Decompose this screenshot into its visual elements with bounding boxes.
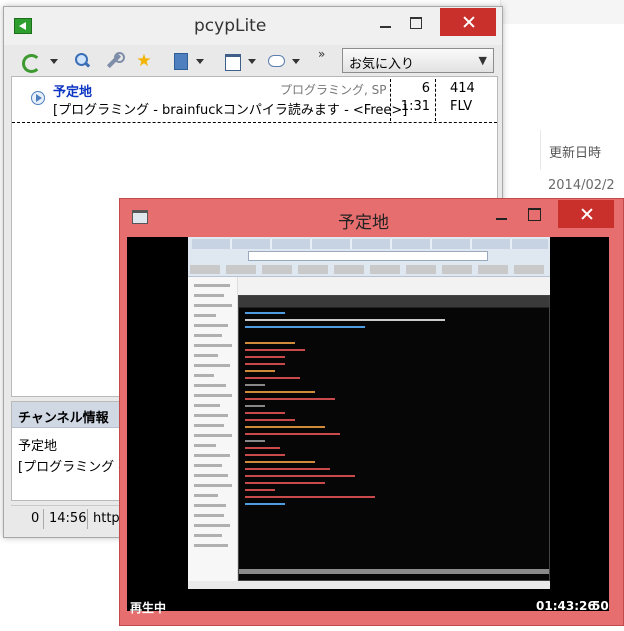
toolbar-overflow-button[interactable]: » (318, 47, 325, 61)
video-terminal-modeline (239, 569, 549, 574)
video-browser-bookmarks (190, 265, 546, 274)
pcyplite-titlebar[interactable]: pcypLite (4, 7, 502, 45)
video-area[interactable] (127, 237, 609, 611)
window-dropdown-icon[interactable] (248, 59, 256, 64)
wrench-icon[interactable] (104, 51, 125, 71)
channel-format: FLV (450, 99, 473, 114)
book-dropdown-icon[interactable] (196, 59, 204, 64)
date-cell: 2014/02/2 (548, 178, 615, 193)
video-page-text (188, 277, 238, 589)
video-terminal (238, 295, 550, 581)
close-button[interactable] (440, 8, 496, 36)
window-icon (132, 210, 148, 224)
video-page-bottom (188, 581, 550, 589)
status-count: 0 (31, 511, 40, 526)
player-title: 予定地 (338, 213, 389, 233)
bookmark-select[interactable]: お気に入り ▼ (342, 48, 494, 73)
chat-dropdown-icon[interactable] (292, 59, 300, 64)
close-button[interactable] (558, 200, 614, 228)
status-divider (87, 509, 88, 529)
chevron-down-icon: ▼ (478, 54, 487, 67)
play-icon[interactable] (31, 91, 45, 105)
player-window: 予定地 再生中 01:43:26 50 (119, 198, 624, 626)
channel-bitrate: 414 (450, 81, 475, 96)
playback-status: 再生中 (130, 601, 167, 615)
channel-name: 予定地 (53, 85, 93, 100)
maximize-button[interactable] (522, 205, 546, 225)
video-browser-tabs (192, 239, 548, 249)
channel-row[interactable]: 予定地 プログラミング, SP 6 414 [プログラミング - brainfu… (12, 79, 497, 123)
minimize-button[interactable] (490, 205, 514, 225)
refresh-dropdown-icon[interactable] (50, 59, 58, 64)
background-title-area (500, 0, 624, 24)
status-divider (43, 509, 44, 529)
peercast-play-icon (14, 18, 32, 34)
window-title: pcypLite (194, 16, 267, 36)
column-separator (435, 79, 436, 121)
channel-genre: プログラミング, SP (280, 83, 387, 97)
chat-icon[interactable] (266, 51, 286, 71)
channel-listeners: 6 (421, 81, 430, 96)
book-icon[interactable] (170, 51, 190, 71)
status-time: 14:56 (49, 511, 87, 526)
refresh-icon[interactable] (20, 51, 41, 73)
column-header-updated[interactable]: 更新日時 (540, 130, 624, 170)
window-icon[interactable] (222, 51, 242, 71)
video-browser-chrome (188, 237, 550, 277)
star-icon[interactable]: ★ (134, 51, 154, 71)
video-terminal-code (245, 312, 445, 510)
video-terminal-titlebar (239, 296, 549, 308)
frame-rate: 50 (592, 599, 609, 613)
maximize-button[interactable] (404, 13, 428, 33)
search-icon[interactable] (72, 51, 92, 71)
toolbar: ★ » お気に入り ▼ (10, 47, 498, 75)
minimize-button[interactable] (374, 13, 398, 33)
channel-detail: [プログラミング - brainfuckコンパイラ読みます - <Free>] (53, 103, 408, 118)
video-browser-url (248, 251, 488, 261)
channel-uptime: 1:31 (400, 99, 430, 114)
bookmark-select-value: お気に入り (349, 57, 415, 72)
elapsed-time: 01:43:26 (536, 599, 596, 613)
video-frame (188, 237, 550, 589)
